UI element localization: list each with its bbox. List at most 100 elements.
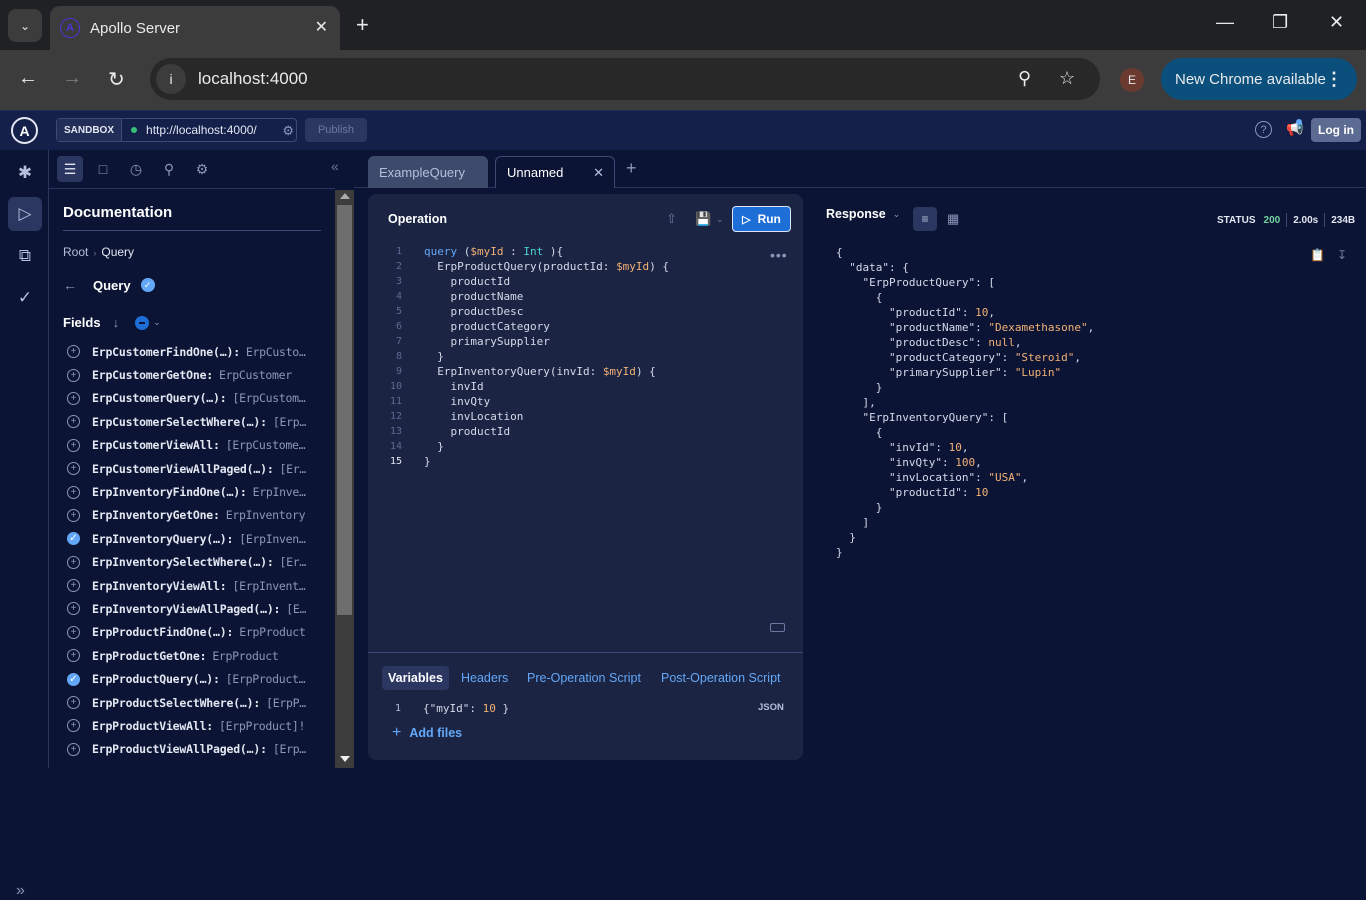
- chevron-down-icon[interactable]: ⌄: [153, 317, 161, 328]
- close-window-button[interactable]: ✕: [1329, 12, 1344, 33]
- browser-tab[interactable]: A Apollo Server ✕: [50, 6, 340, 50]
- add-files-button[interactable]: + Add files: [392, 724, 462, 742]
- minimize-button[interactable]: —: [1216, 12, 1234, 33]
- sort-arrow-icon[interactable]: ↓: [113, 315, 120, 330]
- add-field-icon[interactable]: +: [67, 555, 80, 569]
- address-url[interactable]: localhost:4000: [198, 69, 308, 89]
- field-type[interactable]: ErpProduct: [212, 649, 279, 663]
- save-icon[interactable]: 💾: [695, 211, 711, 227]
- menu-dots-icon[interactable]: ⋮: [1325, 69, 1343, 90]
- variables-text[interactable]: {"myId": 10 }: [401, 702, 509, 715]
- field-item[interactable]: + ErpInventoryViewAll: [ErpInvent…: [67, 574, 327, 597]
- field-type[interactable]: ErpCusto…: [246, 345, 306, 359]
- tab-pre-operation-script[interactable]: Pre-Operation Script: [521, 666, 647, 690]
- field-type[interactable]: [Er…: [280, 462, 307, 476]
- back-arrow-icon[interactable]: ←: [63, 277, 93, 293]
- publish-button[interactable]: Publish: [305, 118, 367, 142]
- copy-clipboard-icon[interactable]: 📋: [1310, 248, 1325, 262]
- add-field-icon[interactable]: +: [67, 438, 80, 452]
- field-item[interactable]: ✓ ErpInventoryQuery(…): [ErpInven…: [67, 527, 327, 550]
- add-field-icon[interactable]: +: [67, 742, 80, 756]
- field-type[interactable]: [Er…: [280, 555, 307, 569]
- field-item[interactable]: + ErpCustomerQuery(…): [ErpCustom…: [67, 387, 327, 410]
- bookmark-star-icon[interactable]: ☆: [1059, 68, 1075, 89]
- field-type[interactable]: [ErpProduct…: [226, 672, 306, 686]
- add-tab-button[interactable]: +: [626, 158, 637, 179]
- field-item[interactable]: ✓ ErpProductQuery(…): [ErpProduct…: [67, 667, 327, 690]
- field-item[interactable]: + ErpProductGetOne: ErpProduct: [67, 644, 327, 667]
- scroll-thumb[interactable]: [337, 205, 352, 615]
- expand-rail-icon[interactable]: »: [16, 882, 25, 900]
- run-button[interactable]: ▷ Run: [732, 206, 791, 232]
- tab-headers[interactable]: Headers: [455, 666, 514, 690]
- settings-gear-icon[interactable]: ⚙: [189, 156, 215, 182]
- collapse-panel-icon[interactable]: «: [331, 158, 339, 174]
- field-item[interactable]: + ErpInventoryGetOne: ErpInventory: [67, 504, 327, 527]
- update-chrome-button[interactable]: New Chrome available ⋮: [1161, 58, 1357, 100]
- restore-button[interactable]: ❐: [1272, 12, 1288, 33]
- field-item[interactable]: + ErpInventoryFindOne(…): ErpInve…: [67, 480, 327, 503]
- response-header[interactable]: Response ⌄: [826, 207, 900, 221]
- checked-icon[interactable]: ✓: [67, 672, 80, 686]
- endpoint-bar[interactable]: SANDBOX http://localhost:4000/ ⚙: [56, 118, 297, 142]
- add-field-icon[interactable]: +: [67, 415, 80, 429]
- checked-icon[interactable]: ✓: [67, 532, 80, 546]
- help-icon[interactable]: ?: [1255, 121, 1272, 138]
- forward-button[interactable]: →: [62, 67, 82, 90]
- diff-icon[interactable]: ⧉: [8, 239, 42, 273]
- field-item[interactable]: + ErpCustomerGetOne: ErpCustomer: [67, 363, 327, 386]
- tab-example-query[interactable]: ExampleQuery: [368, 156, 488, 188]
- field-item[interactable]: + ErpProductSelectWhere(…): [ErpP…: [67, 691, 327, 714]
- field-type[interactable]: [Erp…: [273, 742, 306, 756]
- deselect-all-icon[interactable]: [135, 315, 150, 330]
- back-button[interactable]: ←: [18, 67, 38, 90]
- field-type[interactable]: [ErpCustome…: [226, 438, 306, 452]
- add-field-icon[interactable]: +: [67, 602, 80, 616]
- gear-icon[interactable]: ⚙: [282, 123, 294, 139]
- share-icon[interactable]: ⇧: [666, 211, 677, 227]
- tab-post-operation-script[interactable]: Post-Operation Script: [655, 666, 787, 690]
- add-field-icon[interactable]: +: [67, 579, 80, 593]
- zoom-icon[interactable]: ⚲: [1018, 68, 1031, 89]
- explorer-play-icon[interactable]: ▷: [8, 197, 42, 231]
- field-type[interactable]: [Erp…: [273, 415, 306, 429]
- field-item[interactable]: + ErpCustomerSelectWhere(…): [Erp…: [67, 410, 327, 433]
- field-item[interactable]: + ErpCustomerFindOne(…): ErpCusto…: [67, 340, 327, 363]
- profile-avatar[interactable]: E: [1120, 68, 1144, 92]
- add-field-icon[interactable]: +: [67, 625, 80, 639]
- tab-search-button[interactable]: ⌄: [8, 9, 42, 42]
- json-view-icon[interactable]: ≡: [913, 207, 937, 231]
- selected-check-icon[interactable]: ✓: [140, 278, 155, 292]
- close-tab-icon[interactable]: ✕: [315, 17, 328, 37]
- field-type[interactable]: [ErpInven…: [239, 532, 306, 546]
- bookmark-icon[interactable]: □: [90, 156, 116, 182]
- tab-unnamed[interactable]: Unnamed ✕: [495, 156, 615, 188]
- field-item[interactable]: + ErpInventorySelectWhere(…): [Er…: [67, 551, 327, 574]
- breadcrumb-root[interactable]: Root: [63, 245, 88, 259]
- field-item[interactable]: + ErpProductViewAll: [ErpProduct]!: [67, 714, 327, 737]
- field-type[interactable]: ErpProduct: [239, 625, 306, 639]
- history-icon[interactable]: ◷: [123, 156, 149, 182]
- field-item[interactable]: + ErpInventoryViewAllPaged(…): [E…: [67, 597, 327, 620]
- add-field-icon[interactable]: +: [67, 391, 80, 405]
- search-icon[interactable]: ⚲: [156, 156, 182, 182]
- field-item[interactable]: + ErpCustomerViewAllPaged(…): [Er…: [67, 457, 327, 480]
- field-type[interactable]: [ErpProduct]!: [219, 719, 305, 733]
- table-view-icon[interactable]: ▦: [947, 211, 959, 227]
- operation-editor[interactable]: 1 query ($myId : Int ){2 ErpProductQuery(…: [368, 244, 803, 469]
- address-bar[interactable]: i localhost:4000 ⚲ ☆: [150, 58, 1100, 100]
- reload-button[interactable]: ↻: [108, 67, 125, 92]
- add-field-icon[interactable]: +: [67, 485, 80, 499]
- new-tab-button[interactable]: +: [356, 12, 369, 38]
- scroll-up-arrow[interactable]: [340, 193, 350, 199]
- doc-scrollbar[interactable]: [335, 190, 354, 768]
- add-field-icon[interactable]: +: [67, 462, 80, 476]
- field-type[interactable]: ErpCustomer: [219, 368, 292, 382]
- add-field-icon[interactable]: +: [67, 719, 80, 733]
- documentation-icon[interactable]: ☰: [57, 156, 83, 182]
- schema-graph-icon[interactable]: ✱: [8, 156, 42, 190]
- field-type[interactable]: [E…: [286, 602, 306, 616]
- add-field-icon[interactable]: +: [67, 696, 80, 710]
- endpoint-url-input[interactable]: http://localhost:4000/: [146, 123, 257, 137]
- chevron-down-icon[interactable]: ⌄: [716, 214, 724, 225]
